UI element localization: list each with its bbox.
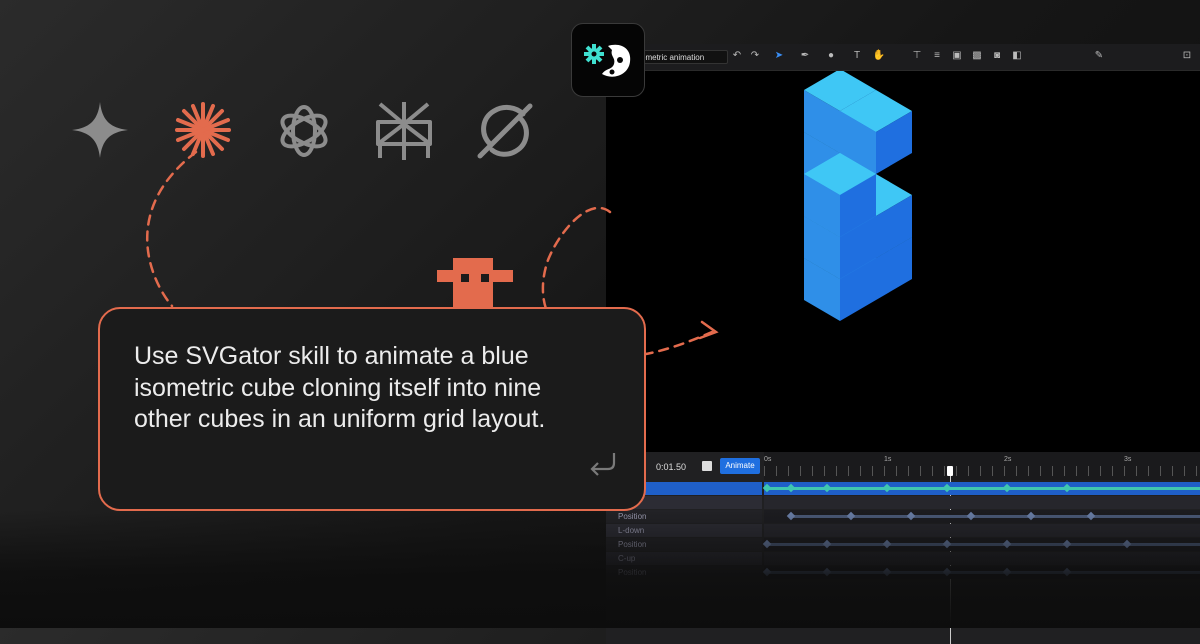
prompt-card[interactable]: Use SVGator skill to animate a blue isom…: [98, 307, 646, 511]
enter-icon[interactable]: [588, 451, 618, 477]
prompt-text[interactable]: Use SVGator skill to animate a blue isom…: [134, 341, 564, 436]
robot-icon: [437, 258, 513, 310]
